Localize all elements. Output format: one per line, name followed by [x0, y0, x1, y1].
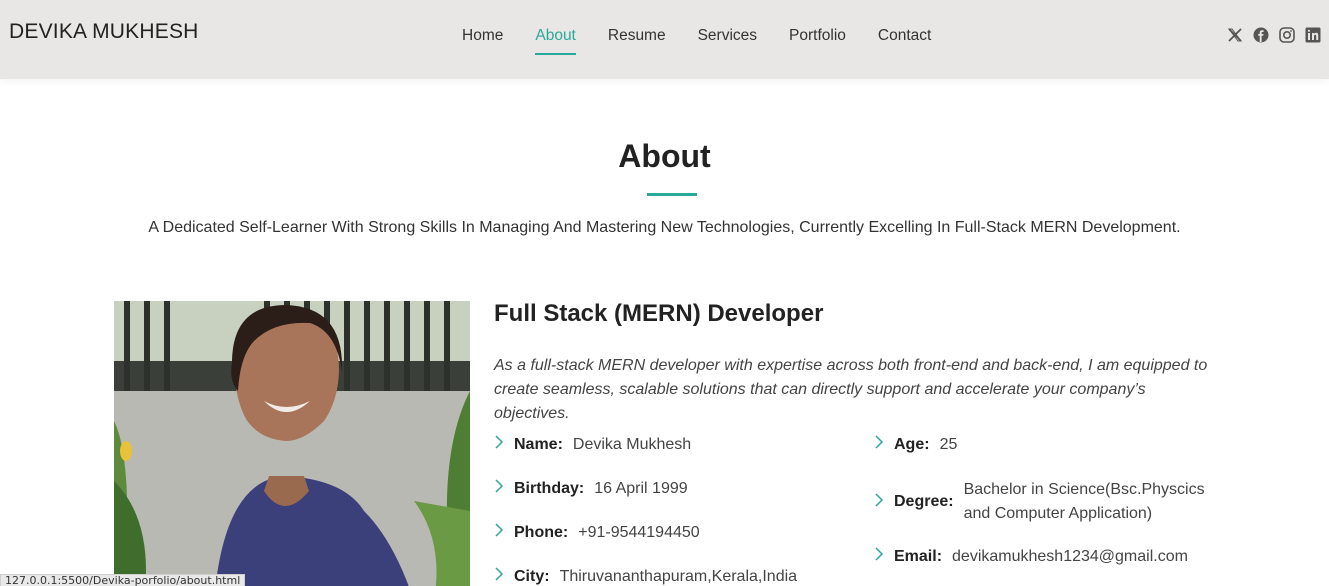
- info-phone: Phone: +91-9544194450: [494, 523, 700, 542]
- site-logo[interactable]: DEVIKA MUKHESH: [9, 20, 199, 44]
- info-name: Name: Devika Mukhesh: [494, 435, 691, 454]
- info-email: Email: devikamukhesh1234@gmail.com: [874, 547, 1188, 566]
- browser-status-url: 127.0.0.1:5500/Devika-porfolio/about.htm…: [0, 574, 246, 586]
- about-description: As a full-stack MERN developer with expe…: [494, 357, 1208, 422]
- social-links: [1227, 27, 1321, 43]
- info-label: Age:: [894, 435, 930, 453]
- instagram-icon[interactable]: [1279, 27, 1295, 43]
- info-value: Devika Mukhesh: [572, 435, 692, 453]
- info-value: +91-9544194450: [578, 523, 700, 541]
- info-value: Bachelor in Science(Bsc.Physcics and Com…: [963, 481, 1205, 522]
- facebook-icon[interactable]: [1253, 27, 1269, 43]
- profile-photo: [114, 301, 470, 586]
- chevron-right-icon: [494, 435, 514, 454]
- chevron-right-icon: [874, 547, 894, 566]
- info-value: 25: [939, 435, 958, 453]
- info-city: City: Thiruvananthapuram,Kerala,India: [494, 567, 797, 586]
- main-nav: Home About Resume Services Portfolio Con…: [462, 27, 963, 55]
- title-underline: [647, 193, 697, 196]
- info-label: Birthday:: [514, 479, 585, 497]
- info-label: City:: [514, 567, 550, 585]
- info-label: Email:: [894, 547, 943, 565]
- site-header: DEVIKA MUKHESH Home About Resume Service…: [0, 0, 1329, 79]
- info-value: devikamukhesh1234@gmail.com: [952, 547, 1188, 565]
- info-value: 16 April 1999: [594, 479, 688, 497]
- info-age: Age: 25: [874, 435, 957, 454]
- nav-services[interactable]: Services: [698, 27, 757, 45]
- nav-about[interactable]: About: [535, 27, 576, 55]
- x-icon[interactable]: [1227, 27, 1243, 43]
- linkedin-icon[interactable]: [1305, 27, 1321, 43]
- chevron-right-icon: [494, 567, 514, 586]
- chevron-right-icon: [494, 523, 514, 542]
- section-title: About: [618, 138, 711, 174]
- chevron-right-icon: [494, 479, 514, 498]
- section-subtitle: A Dedicated Self-Learner With Strong Ski…: [148, 219, 1181, 236]
- info-birthday: Birthday: 16 April 1999: [494, 479, 688, 498]
- info-label: Degree:: [894, 493, 954, 510]
- info-label: Phone:: [514, 523, 569, 541]
- nav-portfolio[interactable]: Portfolio: [789, 27, 846, 45]
- role-heading: Full Stack (MERN) Developer: [494, 300, 824, 327]
- info-degree: Degree: Bachelor in Science(Bsc.Physcics…: [874, 478, 1214, 526]
- nav-resume[interactable]: Resume: [608, 27, 666, 45]
- info-value: Thiruvananthapuram,Kerala,India: [559, 567, 798, 585]
- info-label: Name:: [514, 435, 563, 453]
- nav-home[interactable]: Home: [462, 27, 503, 45]
- chevron-right-icon: [874, 435, 894, 454]
- chevron-right-icon: [874, 492, 894, 512]
- nav-contact[interactable]: Contact: [878, 27, 931, 45]
